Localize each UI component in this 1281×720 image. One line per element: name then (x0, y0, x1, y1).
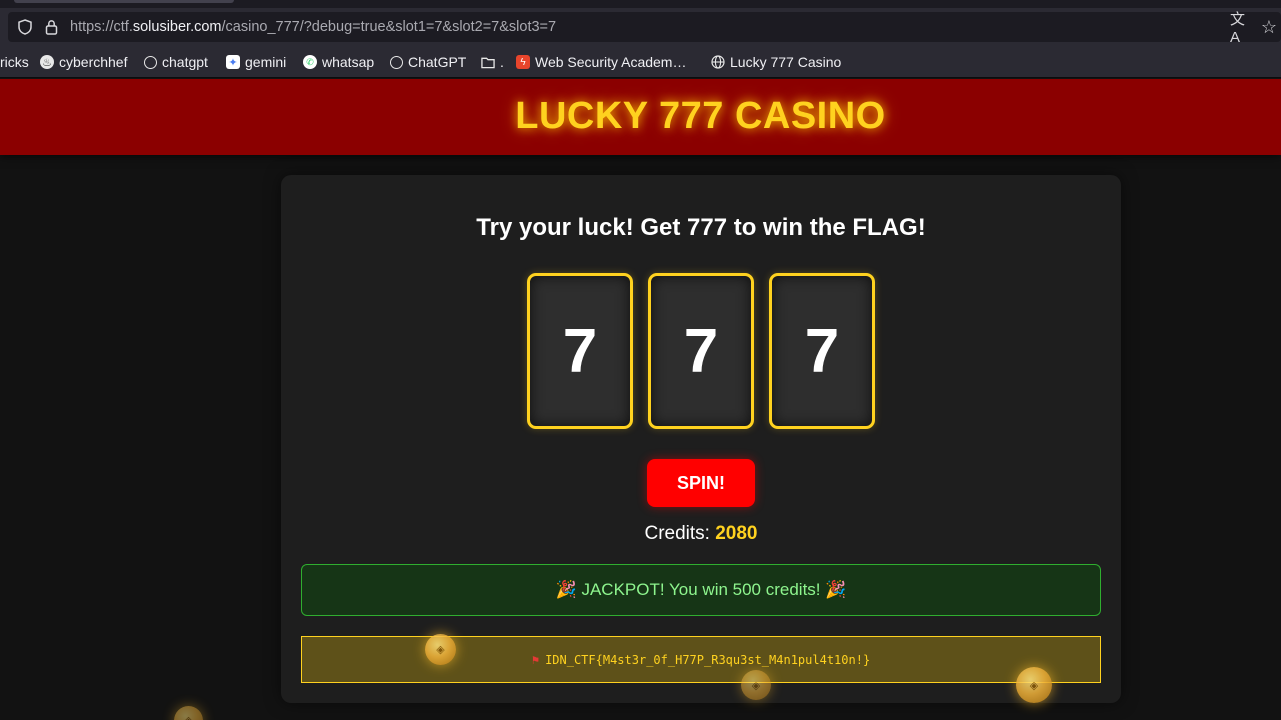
openai-icon (390, 55, 403, 69)
credits-value: 2080 (715, 523, 758, 544)
bookmark-cyberchhef[interactable]: ♨ cyberchhef (40, 46, 127, 78)
lock-icon[interactable] (42, 12, 60, 42)
credits-label: Credits: (644, 523, 716, 544)
spin-button[interactable]: SPIN! (647, 459, 755, 507)
flag-box: ⚑ IDN_CTF{M4st3r_0f_H77P_R3qu3st_M4n1pul… (301, 636, 1101, 683)
bookmark-ricks[interactable]: ricks (0, 46, 29, 78)
flag-text: IDN_CTF{M4st3r_0f_H77P_R3qu3st_M4n1pul4t… (545, 652, 871, 667)
bookmark-label: whatsap (322, 54, 375, 70)
slot-reel-3: 7 (769, 273, 875, 429)
translate-icon[interactable]: 文A (1230, 11, 1252, 46)
floating-coin-icon: ◈ (174, 706, 203, 720)
whatsapp-icon: ✆ (303, 55, 317, 69)
game-card: Try your luck! Get 777 to win the FLAG! … (281, 175, 1121, 703)
floating-coin-icon: ◈ (741, 670, 771, 700)
bookmark-chatgpt-2[interactable]: ChatGPT (390, 46, 466, 78)
slot-reel-2: 7 (648, 273, 754, 429)
bookmark-whatsap[interactable]: ✆ whatsap (303, 46, 374, 78)
tracking-protection-shield-icon[interactable] (16, 12, 34, 42)
bookmark-label: ricks (0, 54, 29, 70)
site-title: LUCKY 777 CASINO (515, 95, 886, 137)
url-prefix: https://ctf. (70, 19, 133, 35)
bookmark-folder[interactable]: . (481, 46, 504, 78)
red-flag-icon: ⚑ (531, 652, 540, 667)
url-text: https://ctf.solusiber.com/casino_777/?de… (70, 12, 556, 42)
bookmark-lucky-777-casino[interactable]: Lucky 777 Casino (711, 46, 841, 78)
site-header: LUCKY 777 CASINO (0, 79, 1281, 155)
chef-hat-icon: ♨ (40, 55, 54, 69)
page-content: LUCKY 777 CASINO Try your luck! Get 777 … (0, 79, 1281, 720)
bookmark-label: . (500, 54, 504, 70)
credits-display: Credits: 2080 (281, 523, 1121, 545)
slot-reel-1: 7 (527, 273, 633, 429)
bookmark-label: cyberchhef (59, 54, 128, 70)
floating-coin-icon: ◈ (1016, 667, 1052, 703)
bookmark-label: chatgpt (162, 54, 208, 70)
jackpot-message: 🎉 JACKPOT! You win 500 credits! 🎉 (301, 564, 1101, 616)
game-heading: Try your luck! Get 777 to win the FLAG! (476, 214, 926, 241)
address-bar: https://ctf.solusiber.com/casino_777/?de… (0, 8, 1281, 46)
active-tab[interactable] (14, 0, 234, 3)
openai-icon (144, 55, 157, 69)
bookmarks-toolbar: ricks ♨ cyberchhef chatgpt ✦ gemini ✆ wh… (0, 46, 1281, 78)
bookmark-label: Lucky 777 Casino (730, 54, 842, 70)
portswigger-icon: ϟ (516, 55, 530, 69)
url-field[interactable]: https://ctf.solusiber.com/casino_777/?de… (8, 11, 1281, 46)
url-host: solusiber.com (132, 19, 222, 35)
bookmark-star-icon[interactable]: ☆ (1258, 12, 1280, 42)
bookmark-label: Web Security Academ… (535, 54, 687, 70)
bookmark-label: ChatGPT (408, 54, 467, 70)
globe-icon (711, 55, 725, 69)
floating-coin-icon: ◈ (425, 634, 456, 665)
sparkle-icon: ✦ (226, 55, 240, 69)
tab-strip (0, 0, 1281, 8)
folder-icon (481, 55, 495, 69)
bookmark-label: gemini (245, 54, 287, 70)
bookmark-chatgpt[interactable]: chatgpt (144, 46, 208, 78)
bookmark-gemini[interactable]: ✦ gemini (226, 46, 286, 78)
url-path: /casino_777/?debug=true&slot1=7&slot2=7&… (221, 19, 557, 35)
bookmark-web-security-academy[interactable]: ϟ Web Security Academ… (516, 46, 686, 78)
